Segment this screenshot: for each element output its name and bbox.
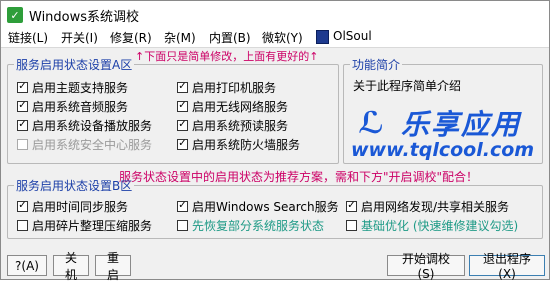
logo-url: www.tqlcool.com <box>351 139 535 161</box>
menu-microsoft[interactable]: 微软(Y) <box>262 29 303 46</box>
checkbox-prefetch-service[interactable]: ✓ 启用系统预读服务 <box>177 117 288 133</box>
checkbox-time-sync-service[interactable]: ✓ 启用时间同步服务 <box>17 198 128 214</box>
checkbox-box: ✓ <box>177 200 188 212</box>
checkbox-box <box>17 138 28 150</box>
checkbox-box: ✓ <box>17 81 28 93</box>
title-bar: ✓ Windows系统调校 <box>1 1 549 27</box>
menu-builtin[interactable]: 内置(B) <box>209 29 251 46</box>
menu-misc[interactable]: 杂(M) <box>164 29 196 46</box>
help-button[interactable]: ?(A) <box>7 255 47 276</box>
checkbox-box: ✓ <box>177 119 188 131</box>
checkbox-box <box>346 219 357 231</box>
about-text: 关于此程序简单介绍 <box>353 79 462 93</box>
app-logo-icon: ✓ <box>7 7 23 23</box>
menu-links[interactable]: 链接(L) <box>8 29 48 46</box>
checkbox-network-discovery-service[interactable]: ✓ 启用网络发现/共享相关服务 <box>346 198 509 214</box>
checkbox-theme-service[interactable]: ✓ 启用主题支持服务 <box>17 79 128 95</box>
menu-olsoul[interactable]: OlSoul <box>333 29 372 43</box>
start-tune-button[interactable]: 开始调校(S) <box>387 252 465 281</box>
checkbox-box: ✓ <box>177 138 188 150</box>
checkbox-box <box>17 219 28 231</box>
menu-switch[interactable]: 开关(I) <box>61 29 98 46</box>
restart-button[interactable]: 重启 <box>95 251 131 282</box>
checkbox-box <box>177 219 188 231</box>
bottom-bar: ?(A) 关机 重启 开始调校(S) 退出程序(X) <box>1 251 549 282</box>
checkbox-box: ✓ <box>17 100 28 112</box>
checkbox-box: ✓ <box>177 100 188 112</box>
shutdown-button[interactable]: 关机 <box>53 251 89 282</box>
menu-repair[interactable]: 修复(R) <box>110 29 152 46</box>
checkbox-defrag-service[interactable]: 启用碎片整理压缩服务 <box>17 217 152 233</box>
checkbox-audio-service[interactable]: ✓ 启用系统音频服务 <box>17 98 128 114</box>
app-window: ✓ Windows系统调校 链接(L) 开关(I) 修复(R) 杂(M) 内置(… <box>0 0 550 282</box>
checkbox-device-playback-service[interactable]: ✓ 启用系统设备播放服务 <box>17 117 152 133</box>
checkbox-box: ✓ <box>177 81 188 93</box>
checkbox-security-center-service: 启用系统安全中心服务 <box>17 136 152 152</box>
checkbox-firewall-service[interactable]: ✓ 启用系统防火墙服务 <box>177 136 300 152</box>
checkbox-printer-service[interactable]: ✓ 启用打印机服务 <box>177 79 276 95</box>
group-b-title: 服务启用状态设置B区 <box>16 179 133 193</box>
checkbox-wireless-service[interactable]: ✓ 启用无线网络服务 <box>177 98 288 114</box>
site-logo: ℒ 乐享应用 www.tqlcool.com <box>349 101 541 162</box>
checkbox-box: ✓ <box>346 200 357 212</box>
logo-text: 乐享应用 <box>401 108 522 141</box>
window-title: Windows系统调校 <box>29 10 140 25</box>
group-a-title: 服务启用状态设置A区 <box>16 58 133 72</box>
checkbox-box: ✓ <box>17 119 28 131</box>
checkbox-restore-services[interactable]: 先恢复部分系统服务状态 <box>177 217 324 233</box>
checkbox-basic-optimization[interactable]: 基础优化 (快速维修建议勾选) <box>346 217 518 233</box>
checkbox-windows-search-service[interactable]: ✓ 启用Windows Search服务 <box>177 198 339 214</box>
checkbox-box: ✓ <box>17 200 28 212</box>
exit-button[interactable]: 退出程序(X) <box>469 252 545 281</box>
olsoul-icon <box>316 30 329 44</box>
menu-bar: 链接(L) 开关(I) 修复(R) 杂(M) 内置(B) 微软(Y) OlSou… <box>1 27 549 48</box>
about-title: 功能简介 <box>352 58 401 72</box>
logo-mark-icon: ℒ <box>358 105 384 141</box>
